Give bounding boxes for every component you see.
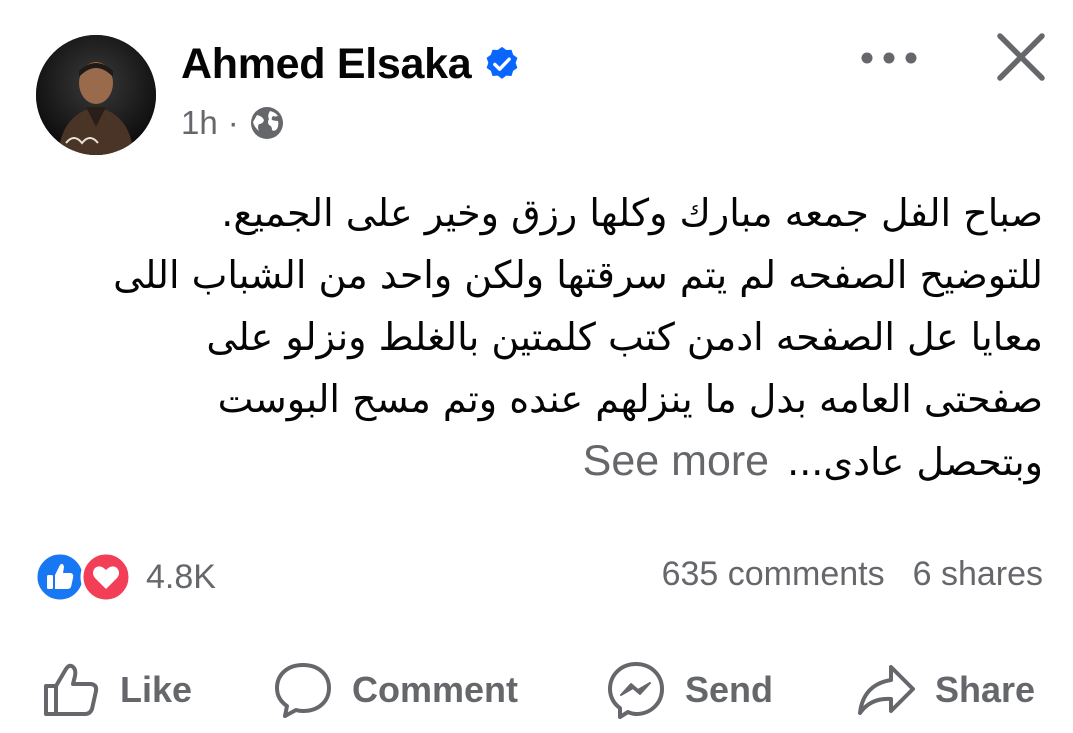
thumbs-up-icon bbox=[44, 663, 99, 716]
post-text: صباح الفل جمعه مبارك وكلها رزق وخير على … bbox=[30, 182, 1043, 493]
more-options-icon[interactable] bbox=[856, 38, 922, 78]
reactions-summary[interactable]: 4.8K bbox=[34, 551, 216, 603]
avatar[interactable] bbox=[36, 35, 156, 155]
messenger-icon bbox=[608, 662, 664, 719]
post-time[interactable]: 1h bbox=[181, 103, 218, 143]
post-text-line: معايا عل الصفحه ادمن كتب كلمتين بالغلط و… bbox=[206, 315, 1043, 359]
globe-icon[interactable] bbox=[249, 105, 285, 141]
love-reaction-icon bbox=[80, 551, 132, 603]
share-label: Share bbox=[935, 669, 1036, 710]
engagement-stats: 635 comments 6 shares bbox=[662, 555, 1043, 594]
author-name-text[interactable]: Ahmed Elsaka bbox=[181, 38, 472, 90]
comments-count[interactable]: 635 comments bbox=[662, 555, 885, 594]
meta-separator: · bbox=[227, 104, 239, 141]
shares-count[interactable]: 6 shares bbox=[913, 555, 1043, 594]
send-button[interactable]: Send bbox=[605, 655, 773, 725]
comment-label: Comment bbox=[352, 669, 519, 710]
action-bar: Like Comment Send Share bbox=[0, 655, 1073, 725]
post-text-line: صفحتى العامه بدل ما ينزلهم عنده وتم مسح … bbox=[217, 377, 1043, 421]
post-text-last-line: وبتحصل عادى... See more bbox=[30, 430, 1043, 493]
like-button[interactable]: Like bbox=[40, 655, 192, 725]
post-meta: 1h · bbox=[181, 103, 285, 143]
like-reaction-icon bbox=[34, 551, 86, 603]
share-button[interactable]: Share bbox=[855, 655, 1035, 725]
like-label: Like bbox=[120, 669, 193, 710]
send-label: Send bbox=[685, 669, 774, 710]
reactions-count[interactable]: 4.8K bbox=[146, 558, 216, 597]
close-icon[interactable] bbox=[990, 26, 1052, 88]
post-text-line: وبتحصل عادى... bbox=[787, 440, 1043, 484]
see-more-link[interactable]: See more bbox=[583, 430, 769, 492]
comment-icon bbox=[275, 663, 331, 718]
author-name[interactable]: Ahmed Elsaka bbox=[181, 38, 521, 90]
comment-button[interactable]: Comment bbox=[272, 655, 518, 725]
post-text-line: صباح الفل جمعه مبارك وكلها رزق وخير على … bbox=[221, 191, 1043, 235]
share-icon bbox=[858, 665, 915, 715]
post-text-line: للتوضيح الصفحه لم يتم سرقتها ولكن واحد م… bbox=[113, 253, 1043, 297]
verified-badge-icon bbox=[486, 46, 518, 79]
